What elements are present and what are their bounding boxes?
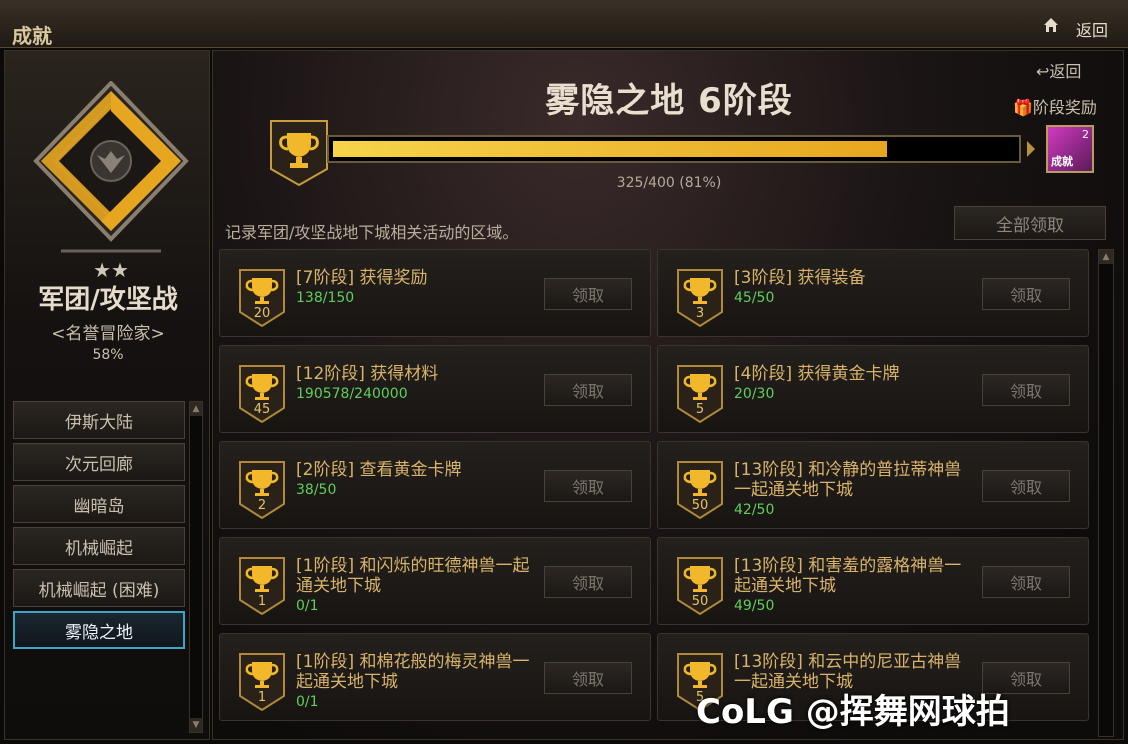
achievement-progress: 20/30 (734, 386, 775, 402)
achievement-badge-number: 45 (253, 402, 271, 417)
achievement-badge-number: 50 (691, 498, 709, 513)
achievement-badge-number: 2 (257, 498, 267, 513)
return-arrow-icon: ↩ (1036, 62, 1050, 81)
achievement-list: 20 [7阶段] 获得奖励 138/150 领取 3 [3阶段] 获得装备 45/50 领取 4… (219, 249, 1095, 741)
claim-button[interactable]: 领取 (544, 566, 632, 598)
zone-item-mechanical-rise-hard[interactable]: 机械崛起 (困难) (13, 569, 185, 607)
window-title: 成就 (12, 24, 52, 48)
zone-list: 伊斯大陆 次元回廊 幽暗岛 机械崛起 机械崛起 (困难) 雾隐之地 (13, 401, 185, 653)
achievement-title: [12阶段] 获得材料 (296, 364, 439, 384)
achievement-badge: 2 (238, 460, 286, 520)
achievement-card: 2 [2阶段] 查看黄金卡牌 38/50 领取 (219, 441, 651, 529)
watermark: CoLG @挥舞网球拍 (696, 692, 1010, 732)
achievement-badge-number: 1 (257, 690, 267, 705)
category-panel: ★★ 军团/攻坚战 <名誉冒险家> 58% 伊斯大陆 次元回廊 幽暗岛 机械崛起… (4, 50, 210, 740)
claim-button[interactable]: 领取 (544, 662, 632, 694)
achievement-card: 5 [4阶段] 获得黄金卡牌 20/30 领取 (657, 345, 1089, 433)
achievement-progress: 190578/240000 (296, 386, 408, 402)
achievement-badge: 50 (676, 460, 724, 520)
achievement-progress: 0/1 (296, 598, 319, 614)
reward-count: 2 (1082, 128, 1089, 141)
scroll-up-icon[interactable]: ▲ (190, 402, 202, 416)
achievement-title: [7阶段] 获得奖励 (296, 268, 428, 288)
back-button[interactable]: 返回 (1076, 17, 1108, 41)
reward-label: 成就 (1051, 155, 1073, 168)
category-emblem-icon: ★★ (33, 81, 189, 282)
scroll-down-icon[interactable]: ▼ (190, 718, 202, 732)
claim-button[interactable]: 领取 (982, 374, 1070, 406)
achievement-badge: 50 (676, 556, 724, 616)
title-bar: 成就 返回 (0, 0, 1128, 48)
claim-button[interactable]: 领取 (982, 278, 1070, 310)
claim-button[interactable]: 领取 (544, 374, 632, 406)
achievement-list-scrollbar[interactable]: ▲ (1098, 249, 1114, 737)
achievement-badge-number: 5 (695, 402, 705, 417)
achievement-badge: 1 (238, 652, 286, 712)
category-title: 军团/攻坚战 (38, 285, 178, 315)
achievement-card: 50 [13阶段] 和害羞的露格神兽一起通关地下城 49/50 领取 (657, 537, 1089, 625)
achievement-card: 3 [3阶段] 获得装备 45/50 领取 (657, 249, 1089, 337)
achievement-badge: 5 (676, 364, 724, 424)
achievement-badge: 1 (238, 556, 286, 616)
back-link[interactable]: ↩返回 (1036, 58, 1081, 82)
claim-button[interactable]: 领取 (982, 470, 1070, 502)
progress-arrow-icon (1027, 141, 1035, 157)
claim-button[interactable]: 领取 (544, 470, 632, 502)
zone-item-mechanical-rise[interactable]: 机械崛起 (13, 527, 185, 565)
claim-button[interactable]: 领取 (544, 278, 632, 310)
achievement-card: 1 [1阶段] 和棉花般的梅灵神兽一起通关地下城 0/1 领取 (219, 633, 651, 721)
zone-item-isle[interactable]: 伊斯大陆 (13, 401, 185, 439)
claim-all-button[interactable]: 全部领取 (954, 206, 1106, 240)
achievement-progress: 42/50 (734, 502, 775, 518)
achievement-badge: 3 (676, 268, 724, 328)
achievement-title: [1阶段] 和闪烁的旺德神兽一起通关地下城 (296, 556, 530, 596)
achievement-progress: 38/50 (296, 482, 337, 498)
achievement-badge-number: 3 (695, 306, 705, 321)
stage-reward-item[interactable]: 2 成就 (1046, 125, 1094, 173)
achievement-panel: 雾隐之地 6阶段 ↩返回 🎁阶段奖励 2 成就 325/400 (81%) 记录… (212, 50, 1124, 740)
zone-list-scrollbar[interactable]: ▲ ▼ (189, 401, 203, 733)
achievement-card: 50 [13阶段] 和冷静的普拉蒂神兽一起通关地下城 42/50 领取 (657, 441, 1089, 529)
zone-item-dark-isle[interactable]: 幽暗岛 (13, 485, 185, 523)
achievement-card: 1 [1阶段] 和闪烁的旺德神兽一起通关地下城 0/1 领取 (219, 537, 651, 625)
achievement-title: [4阶段] 获得黄金卡牌 (734, 364, 900, 384)
achievement-title: [1阶段] 和棉花般的梅灵神兽一起通关地下城 (296, 652, 530, 692)
achievement-badge-number: 1 (257, 594, 267, 609)
achievement-badge-number: 20 (253, 306, 271, 321)
achievement-title: [2阶段] 查看黄金卡牌 (296, 460, 462, 480)
stage-progress-fill (333, 141, 887, 157)
claim-button[interactable]: 领取 (982, 566, 1070, 598)
achievement-progress: 49/50 (734, 598, 775, 614)
zone-item-dimension-corridor[interactable]: 次元回廊 (13, 443, 185, 481)
category-subtitle: <名誉冒险家> (51, 324, 165, 344)
achievement-progress: 138/150 (296, 290, 355, 306)
achievement-progress: 0/1 (296, 694, 319, 710)
achievement-badge: 45 (238, 364, 286, 424)
home-icon[interactable] (1043, 17, 1059, 33)
achievement-title: [13阶段] 和害羞的露格神兽一起通关地下城 (734, 556, 962, 596)
stage-reward-label: 🎁阶段奖励 (1013, 98, 1097, 117)
zone-title: 雾隐之地 6阶段 (545, 81, 793, 121)
achievement-title: [13阶段] 和冷静的普拉蒂神兽一起通关地下城 (734, 460, 962, 500)
zone-description: 记录军团/攻坚战地下城相关活动的区域。 (225, 223, 519, 242)
achievement-card: 45 [12阶段] 获得材料 190578/240000 领取 (219, 345, 651, 433)
achievement-badge: 20 (238, 268, 286, 328)
zone-item-mist-land[interactable]: 雾隐之地 (13, 611, 185, 649)
achievement-badge-number: 50 (691, 594, 709, 609)
achievement-title: [3阶段] 获得装备 (734, 268, 866, 288)
category-percent: 58% (92, 347, 124, 363)
achievement-card: 20 [7阶段] 获得奖励 138/150 领取 (219, 249, 651, 337)
stage-progress-bar (327, 135, 1021, 163)
scroll-up-icon[interactable]: ▲ (1099, 250, 1113, 264)
achievement-progress: 45/50 (734, 290, 775, 306)
stage-progress-text: 325/400 (81%) (616, 175, 722, 191)
gift-icon: 🎁 (1013, 98, 1033, 117)
